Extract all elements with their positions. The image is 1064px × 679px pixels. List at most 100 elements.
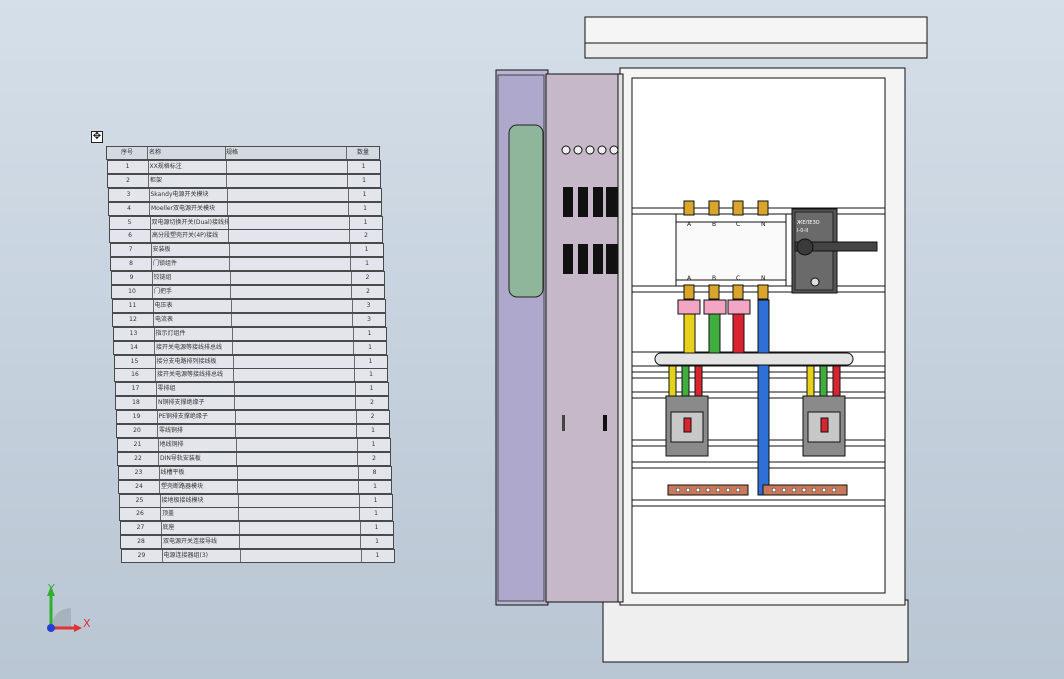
bom-row: 16 接开关电源等接线排总线 1 — [114, 368, 388, 383]
bom-cell-no: 10 — [112, 286, 153, 298]
bom-row: 10 门把手 2 — [111, 285, 385, 299]
bom-cell-name: 接开关电源等接线排总线 — [156, 369, 234, 382]
bom-cell-qty: 1 — [373, 496, 378, 504]
bom-cell-spec — [236, 411, 357, 424]
bom-cell-no: 6 — [110, 230, 151, 243]
bom-cell-name: 接地极接线模块 — [161, 494, 239, 507]
bom-cell-qty: 8 — [372, 468, 377, 476]
bom-cell-name: DIN导轨安装板 — [159, 452, 237, 465]
bom-cell-name: 指示灯组件 — [155, 327, 233, 340]
bom-cell-spec — [231, 272, 352, 285]
bom-cell-no: 27 — [121, 522, 162, 535]
bom-cell-name: 接分支电路排列接线板 — [156, 355, 234, 368]
bom-cell-qty: 1 — [374, 510, 378, 518]
bom-row: 12 电流表 3 — [112, 312, 386, 327]
bom-header-row: 序号 名称 规格 数量 — [106, 146, 380, 160]
bom-cell-spec — [230, 258, 351, 271]
bom-cell-name: 门锁组件 — [152, 258, 230, 271]
bom-cell-qty: 1 — [371, 440, 376, 448]
bom-cell-spec — [229, 216, 350, 229]
switch-terminal-label: C — [736, 221, 740, 228]
bom-cell-qty: 1 — [367, 329, 372, 337]
bom-row: 21 地线铜排 1 — [116, 437, 391, 452]
bom-cell-spec — [236, 425, 357, 437]
bom-cell-name: XX规格标注 — [149, 160, 227, 173]
bom-cell-no: 3 — [109, 188, 150, 201]
coordinate-triad: Y X — [47, 582, 91, 632]
bom-cell-spec — [229, 230, 350, 243]
bom-cell-name: 顶盖 — [161, 508, 239, 521]
bom-cell-spec — [232, 313, 353, 326]
bom-cell-qty: 1 — [371, 427, 375, 434]
bom-row: 11 电压表 3 — [111, 298, 386, 313]
bom-cell-name: 电压表 — [154, 299, 232, 312]
bom-cell-no: 29 — [122, 550, 163, 563]
bom-cell-qty: 1 — [364, 246, 369, 254]
bom-cell-spec — [227, 160, 348, 173]
bom-cell-qty: 1 — [363, 204, 367, 212]
breaker-right — [802, 365, 846, 457]
bom-cell-qty: 2 — [366, 288, 370, 295]
bom-cell-name: 名称 — [148, 147, 226, 159]
bom-cell-name: 双电源切换开关(Dual)接线排 — [151, 216, 229, 229]
bom-cell-no: 序号 — [107, 147, 148, 159]
bom-row: 29 电源连接器组(3) 1 — [120, 549, 395, 564]
svg-text:I-0-II: I-0-II — [797, 228, 808, 234]
bom-cell-qty: 3 — [366, 301, 371, 309]
bom-row: 14 接开关电源等接线排总线 1 — [113, 340, 387, 355]
bom-table: 序号 名称 规格 数量 1 XX规格标注 1 2 柜架 1 3 Skandy电源开关模块 1 4 Moell… — [0, 0, 400, 580]
bom-cell-qty: 1 — [363, 218, 368, 226]
bom-row: 15 接分支电路排列接线板 1 — [113, 354, 388, 369]
bom-cell-spec — [240, 522, 361, 535]
bom-cell-qty: 数量 — [356, 149, 369, 156]
bom-cell-name: 接开关电源等接线排总线 — [155, 341, 233, 354]
bom-row: 19 PE铜排支撑绝缘子 2 — [115, 410, 390, 425]
bom-cell-qty: 1 — [368, 357, 373, 365]
switch-terminal-label: C — [736, 275, 740, 282]
cabinet-top-cover — [584, 16, 928, 44]
bom-row: 4 Moeller双电源开关模块 1 — [108, 201, 382, 216]
bom-cell-name: 铰链组 — [153, 272, 231, 285]
bom-cell-no: 1 — [108, 160, 149, 173]
bom-cell-qty: 1 — [374, 524, 379, 532]
dual-power-switch: AABBCCNN — [675, 200, 787, 300]
bom-cell-no: 4 — [109, 202, 150, 215]
bom-cell-name: PE铜排支撑绝缘子 — [158, 411, 236, 424]
bom-row: 9 铰链组 2 — [110, 271, 385, 286]
bom-cell-qty: 1 — [373, 482, 377, 490]
bom-cell-qty: 1 — [375, 552, 380, 560]
svg-text:ЖЕЛЕЗО: ЖЕЛЕЗО — [797, 220, 820, 226]
bom-cell-qty: 1 — [375, 538, 379, 546]
bom-cell-name: 底座 — [162, 522, 240, 535]
bom-cell-no: 28 — [121, 536, 162, 549]
bom-cell-qty: 3 — [367, 315, 371, 323]
switch-terminal-label: B — [712, 275, 716, 282]
bom-row: 24 塑壳断路器模块 1 — [118, 479, 392, 494]
bom-row: 13 指示灯组件 1 — [112, 326, 387, 341]
bom-cell-name: 线槽平板 — [160, 466, 238, 479]
bom-row: 26 顶盖 1 — [119, 507, 393, 522]
bom-row: 5 双电源切换开关(Dual)接线排 1 — [108, 215, 383, 230]
bom-cell-qty: 2 — [370, 399, 374, 407]
bom-cell-spec — [240, 536, 361, 549]
switch-terminal-label: N — [761, 275, 766, 282]
bom-cell-qty: 1 — [365, 260, 369, 268]
x-axis-label: X — [83, 617, 91, 630]
bom-cell-no: 9 — [112, 272, 153, 285]
bom-cell-no: 26 — [120, 508, 161, 521]
bom-cell-no: 24 — [119, 480, 160, 493]
busbar-support — [654, 352, 854, 366]
cabinet-base — [602, 599, 909, 663]
bom-cell-name: 柜架 — [149, 174, 227, 187]
bom-row: 1 XX规格标注 1 — [106, 159, 381, 174]
bom-row: 25 接地极接线模块 1 — [118, 493, 393, 508]
bom-cell-name: 双电源开关连接导线 — [162, 536, 240, 549]
bom-cell-spec — [234, 369, 355, 382]
switch-terminal-label: B — [712, 221, 716, 228]
bom-cell-name: Skandy电源开关模块 — [150, 188, 228, 201]
bom-cell-no: 21 — [118, 438, 159, 451]
bom-row: 7 安装板 1 — [109, 243, 384, 258]
bom-cell-no: 20 — [117, 425, 158, 437]
bom-cell-no: 25 — [120, 494, 161, 507]
bom-cell-spec — [233, 327, 354, 340]
